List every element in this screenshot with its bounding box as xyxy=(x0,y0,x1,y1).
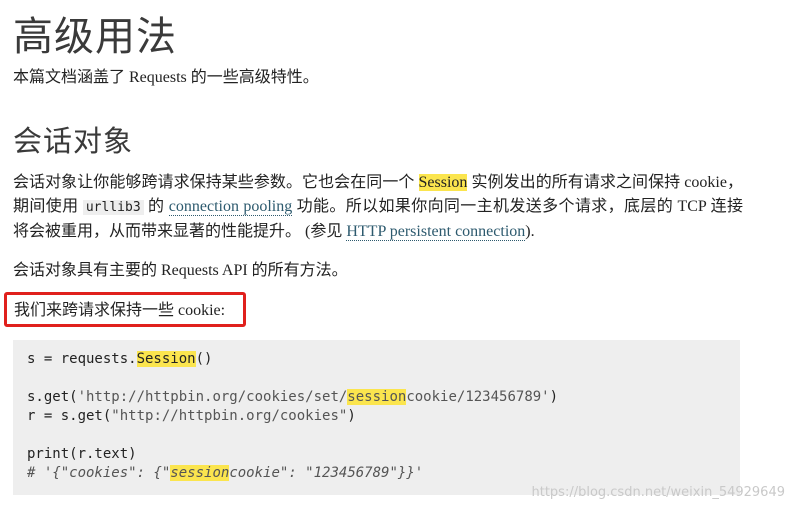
api-paragraph: 会话对象具有主要的 Requests API 的所有方法。 xyxy=(13,262,348,279)
urllib3-code: urllib3 xyxy=(82,200,144,215)
intro-text: 本篇文档涵盖了 Requests 的一些高级特性。 xyxy=(13,69,319,86)
code-line-1: s = requests.Session() xyxy=(27,350,212,369)
code-string: 'http://httpbin.org/cookies/set/ xyxy=(77,389,348,405)
desc-text-1: 会话对象让你能够跨请求保持某些参数。它也会在同一个 xyxy=(13,174,419,191)
code-comment: cookie": "123456789"}}' xyxy=(229,465,424,481)
code-token: () xyxy=(195,351,213,367)
http-persistent-connection-link[interactable]: HTTP persistent connection xyxy=(346,223,526,241)
code-line-3: r = s.get("http://httpbin.org/cookies") xyxy=(27,407,356,426)
code-comment: # '{"cookies": {" xyxy=(27,465,171,481)
code-highlight: Session xyxy=(136,351,196,367)
code-line-2: s.get('http://httpbin.org/cookies/set/se… xyxy=(27,388,558,407)
code-token: s = requests. xyxy=(27,351,137,367)
callout-box: 我们来跨请求保持一些 cookie: xyxy=(4,292,246,327)
code-block: s = requests.Session() s.get('http://htt… xyxy=(13,340,740,495)
intro-paragraph: 本篇文档涵盖了 Requests 的一些高级特性。 xyxy=(13,66,319,90)
desc-text-3: 的 xyxy=(143,198,169,215)
code-line-5: # '{"cookies": {"sessioncookie": "123456… xyxy=(27,464,423,483)
code-string: "http://httpbin.org/cookies" xyxy=(111,408,348,424)
session-highlight: Session xyxy=(418,174,468,191)
page-title: 高级用法 xyxy=(13,14,177,60)
code-highlight: session xyxy=(170,465,230,481)
code-string: cookie/123456789' xyxy=(406,389,550,405)
description-paragraph: 会话对象让你能够跨请求保持某些参数。它也会在同一个 Session 实例发出的所… xyxy=(13,171,743,244)
code-token: ) xyxy=(347,408,356,424)
code-line-4: print(r.text) xyxy=(27,446,137,462)
code-highlight: session xyxy=(347,389,407,405)
watermark: https://blog.csdn.net/weixin_54929649 xyxy=(531,485,785,500)
code-token: r = s.get( xyxy=(27,408,112,424)
callout-text: 我们来跨请求保持一些 cookie: xyxy=(14,302,226,319)
code-token: s.get( xyxy=(27,389,78,405)
code-token: ) xyxy=(549,389,559,405)
section-title: 会话对象 xyxy=(13,124,134,158)
desc-text-5: ). xyxy=(525,223,535,240)
connection-pooling-link[interactable]: connection pooling xyxy=(168,198,293,216)
